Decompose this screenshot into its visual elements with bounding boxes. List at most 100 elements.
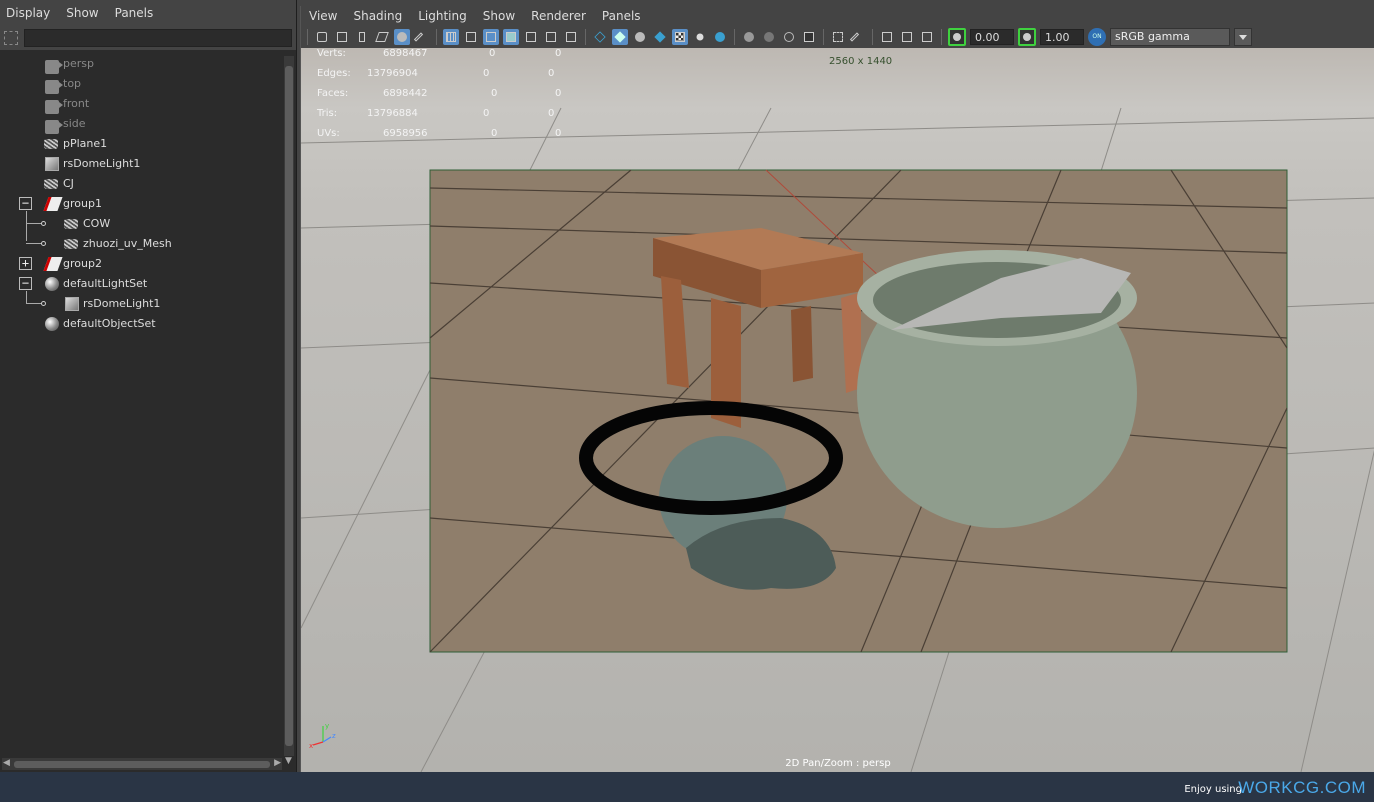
gamma-field[interactable] bbox=[1040, 29, 1084, 45]
mesh-icon bbox=[64, 239, 78, 249]
viewport-menu-lighting[interactable]: Lighting bbox=[418, 9, 467, 23]
chevron-down-icon[interactable] bbox=[1234, 28, 1252, 46]
outliner-menu-panels[interactable]: Panels bbox=[115, 6, 154, 20]
viewport-menu-renderer[interactable]: Renderer bbox=[531, 9, 586, 23]
outliner-item-cow[interactable]: COW bbox=[0, 214, 283, 234]
toolbar-separator bbox=[307, 29, 308, 45]
exposure-field[interactable] bbox=[970, 29, 1014, 45]
bookmark-icon[interactable] bbox=[354, 29, 370, 45]
footer-bar: Enjoy using WORKCG.COM bbox=[0, 772, 1374, 802]
field-chart-icon[interactable] bbox=[523, 29, 539, 45]
exposure-icon[interactable] bbox=[948, 28, 966, 46]
scrollbar-thumb[interactable] bbox=[14, 761, 270, 768]
filter-icon[interactable] bbox=[4, 31, 18, 45]
grid-icon[interactable] bbox=[443, 29, 459, 45]
hud-icon[interactable] bbox=[919, 29, 935, 45]
outliner-menubar: Display Show Panels bbox=[0, 0, 296, 26]
footer-prefix: Enjoy using bbox=[1184, 784, 1242, 795]
outliner-item-pplane1[interactable]: pPlane1 bbox=[0, 134, 283, 154]
viewport-menu-shading[interactable]: Shading bbox=[353, 9, 402, 23]
image-plane-icon[interactable] bbox=[374, 29, 390, 45]
wireframe-on-shaded-icon[interactable] bbox=[652, 29, 668, 45]
viewport-toolbar: ON sRGB gamma bbox=[301, 26, 1374, 48]
maya-window: Display Show Panels persp top front side… bbox=[0, 0, 1374, 802]
outliner-tree: persp top front side pPlane1 rsDomeLight… bbox=[0, 54, 283, 756]
scroll-left-arrow-icon[interactable]: ◀ bbox=[3, 759, 10, 768]
camera-icon bbox=[45, 60, 63, 74]
xray-icon[interactable] bbox=[849, 29, 866, 45]
shadows-icon[interactable] bbox=[712, 29, 728, 45]
wireframe-icon[interactable] bbox=[592, 29, 608, 45]
outliner-item-group1[interactable]: − group1 bbox=[0, 194, 283, 214]
outliner-item-rsdomelight1[interactable]: rsDomeLight1 bbox=[0, 154, 283, 174]
viewport-menu-view[interactable]: View bbox=[309, 9, 337, 23]
outliner-item-side[interactable]: side bbox=[0, 114, 283, 134]
axis-y-label: y bbox=[325, 722, 329, 730]
outliner-horizontal-scrollbar[interactable]: ◀ ▶ bbox=[2, 758, 282, 770]
view-axis-icon: x y z bbox=[309, 722, 336, 750]
motion-blur-icon[interactable] bbox=[761, 29, 777, 45]
lights-icon[interactable] bbox=[692, 29, 708, 45]
scroll-right-arrow-icon[interactable]: ▶ bbox=[274, 759, 281, 768]
outliner-item-rsdomelight1-child[interactable]: rsDomeLight1 bbox=[0, 294, 283, 314]
depth-of-field-icon[interactable] bbox=[801, 29, 817, 45]
isolate-select-icon[interactable] bbox=[830, 29, 846, 45]
viewport-status-label: 2D Pan/Zoom : persp bbox=[785, 758, 891, 769]
grease-pencil-icon[interactable] bbox=[413, 29, 430, 45]
outliner-item-cj[interactable]: CJ bbox=[0, 174, 283, 194]
resolution-gate-icon[interactable] bbox=[483, 29, 499, 45]
gamma-icon[interactable] bbox=[1018, 28, 1036, 46]
outliner-vertical-scrollbar[interactable]: ▼ bbox=[284, 56, 294, 766]
safe-title-icon[interactable] bbox=[563, 29, 579, 45]
outliner-item-defaultlightset[interactable]: − defaultLightSet bbox=[0, 274, 283, 294]
viewport-3d[interactable]: Verts: 6898467 0 0 Edges: 13796904 0 0 F… bbox=[301, 48, 1374, 772]
camera-icon bbox=[45, 80, 63, 94]
screen-space-ao-icon[interactable] bbox=[741, 29, 757, 45]
outliner-item-top[interactable]: top bbox=[0, 74, 283, 94]
outliner-search-input[interactable] bbox=[24, 29, 292, 47]
toolbar-separator bbox=[585, 29, 586, 45]
dome-light-icon bbox=[45, 157, 59, 171]
set-icon bbox=[45, 277, 59, 291]
safe-action-icon[interactable] bbox=[543, 29, 559, 45]
textured-icon[interactable] bbox=[672, 29, 688, 45]
collapse-button[interactable]: − bbox=[19, 277, 32, 290]
film-gate-icon[interactable] bbox=[463, 29, 479, 45]
outliner-item-persp[interactable]: persp bbox=[0, 54, 283, 74]
outliner-menu-display[interactable]: Display bbox=[6, 6, 50, 20]
2d-pan-zoom-icon[interactable] bbox=[394, 29, 410, 45]
camera-attributes-icon[interactable] bbox=[334, 29, 350, 45]
smooth-shade-icon[interactable] bbox=[612, 29, 628, 45]
anti-aliasing-icon[interactable] bbox=[781, 29, 797, 45]
mesh-icon bbox=[44, 179, 58, 189]
camera-icon bbox=[45, 120, 63, 134]
toolbar-separator bbox=[941, 29, 942, 45]
color-management-toggle[interactable]: ON bbox=[1088, 28, 1106, 46]
outliner-item-front[interactable]: front bbox=[0, 94, 283, 114]
viewport-menu-show[interactable]: Show bbox=[483, 9, 515, 23]
select-camera-icon[interactable] bbox=[314, 29, 330, 45]
scene-render bbox=[301, 107, 1374, 772]
mesh-icon bbox=[64, 219, 78, 229]
expand-button[interactable]: + bbox=[19, 257, 32, 270]
outliner-item-group2[interactable]: + group2 bbox=[0, 254, 283, 274]
xray-joints-icon[interactable] bbox=[879, 29, 895, 45]
collapse-button[interactable]: − bbox=[19, 197, 32, 210]
scrollbar-thumb[interactable] bbox=[285, 66, 293, 746]
gate-mask-icon[interactable] bbox=[503, 29, 519, 45]
outliner-menu-show[interactable]: Show bbox=[66, 6, 98, 20]
outliner-item-zhuozi-uv-mesh[interactable]: zhuozi_uv_Mesh bbox=[0, 234, 283, 254]
viewport-menu-panels[interactable]: Panels bbox=[602, 9, 641, 23]
dome-light-icon bbox=[65, 297, 79, 311]
set-icon bbox=[45, 317, 59, 331]
brand-logo: WORKCG.COM bbox=[1238, 778, 1366, 797]
toolbar-separator bbox=[734, 29, 735, 45]
view-transform-select[interactable]: sRGB gamma bbox=[1110, 28, 1230, 46]
scroll-down-arrow-icon[interactable]: ▼ bbox=[285, 757, 292, 766]
xray-components-icon[interactable] bbox=[899, 29, 915, 45]
outliner-item-defaultobjectset[interactable]: defaultObjectSet bbox=[0, 314, 283, 334]
outliner-filter-row bbox=[0, 26, 296, 50]
axis-z-label: z bbox=[332, 732, 336, 740]
group-icon bbox=[43, 197, 63, 211]
default-material-icon[interactable] bbox=[632, 29, 648, 45]
